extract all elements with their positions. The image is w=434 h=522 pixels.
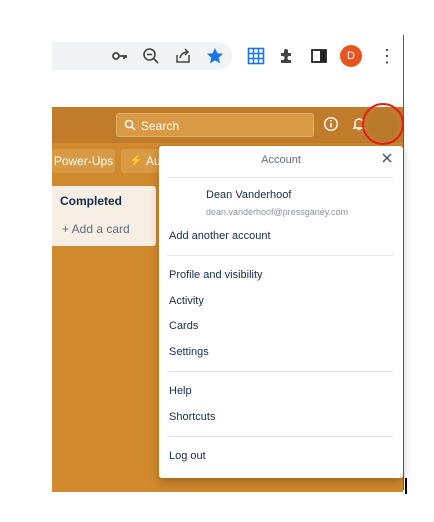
- divider: [167, 371, 393, 372]
- search-placeholder: Search: [141, 119, 180, 133]
- highlight-annotation-circle: [362, 103, 404, 145]
- zoom-out-icon[interactable]: [141, 46, 161, 66]
- menu-item-help[interactable]: Help: [169, 385, 192, 397]
- info-icon[interactable]: [323, 116, 339, 132]
- divider: [167, 436, 393, 437]
- window-edge: [403, 35, 404, 490]
- power-ups-button[interactable]: Power-Ups: [52, 149, 115, 173]
- menu-item-shortcuts[interactable]: Shortcuts: [169, 411, 215, 423]
- share-icon[interactable]: [173, 46, 193, 66]
- account-user-email: dean.vanderhoof@pressganey.com: [206, 207, 349, 217]
- window-edge-marker: [405, 478, 407, 494]
- divider: [167, 177, 393, 178]
- menu-item-profile-visibility[interactable]: Profile and visibility: [169, 269, 263, 281]
- menu-item-cards[interactable]: Cards: [169, 320, 198, 332]
- search-icon: [124, 119, 136, 131]
- grid-extension-icon[interactable]: [246, 46, 266, 66]
- puzzle-extensions-icon[interactable]: [277, 46, 297, 66]
- side-panel-icon[interactable]: [309, 46, 329, 66]
- key-icon[interactable]: [110, 46, 130, 66]
- popover-title: Account: [261, 154, 301, 166]
- list-title: Completed: [60, 194, 123, 208]
- menu-item-activity[interactable]: Activity: [169, 295, 204, 307]
- add-another-account-item[interactable]: Add another account: [169, 230, 271, 242]
- add-card-button[interactable]: + Add a card: [62, 222, 130, 236]
- lightning-icon: ⚡: [129, 155, 143, 167]
- log-out-item[interactable]: Log out: [169, 450, 206, 462]
- account-user-name: Dean Vanderhoof: [206, 189, 292, 201]
- star-icon[interactable]: [205, 46, 225, 66]
- browser-profile-avatar[interactable]: D: [340, 45, 362, 67]
- divider: [167, 255, 393, 256]
- search-input[interactable]: Search: [116, 113, 314, 137]
- menu-item-settings[interactable]: Settings: [169, 346, 209, 358]
- browser-menu-icon[interactable]: ⋮: [378, 44, 396, 68]
- close-icon[interactable]: [380, 151, 394, 165]
- automation-button[interactable]: ⚡ Au: [121, 149, 161, 173]
